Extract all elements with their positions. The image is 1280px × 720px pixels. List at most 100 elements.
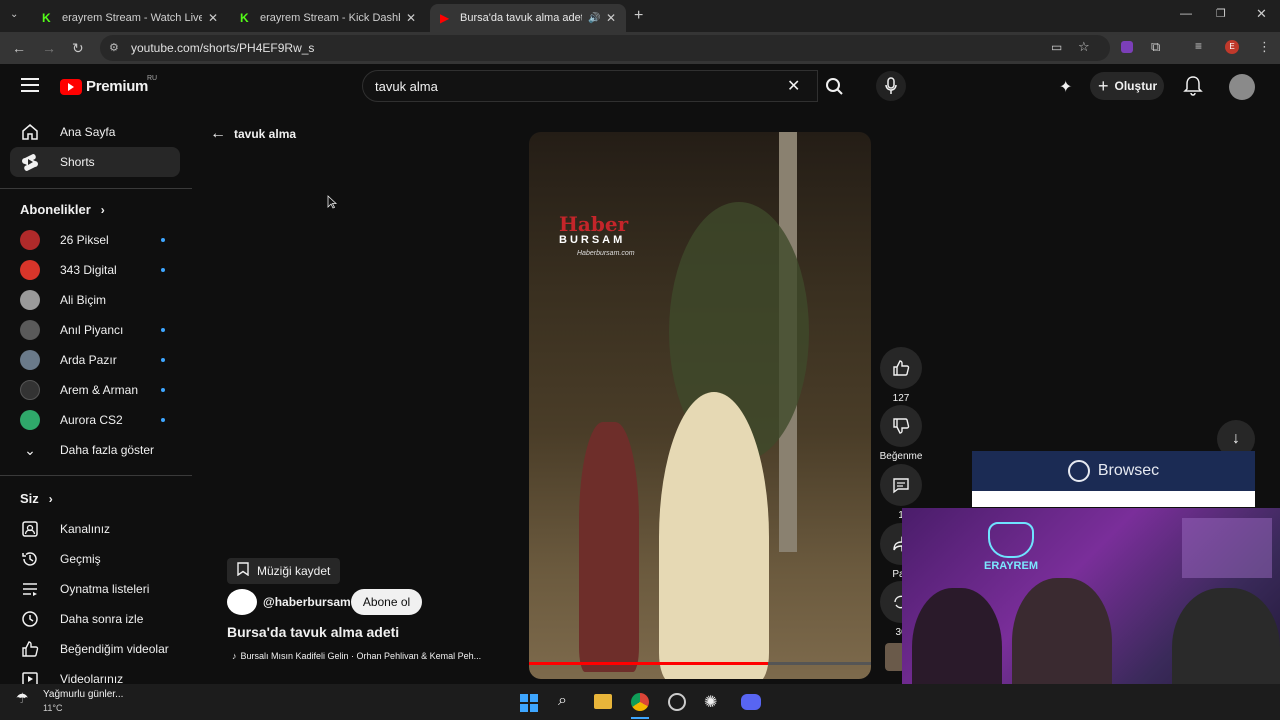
you-header[interactable]: Siz › — [20, 491, 53, 506]
short-video-player[interactable]: Haber BURSAM Haberbursam.com — [529, 132, 871, 679]
back-icon[interactable]: ← — [12, 40, 26, 56]
sidebar-item-sub-anilpiyanci[interactable]: Anıl Piyancı — [10, 315, 180, 345]
forward-icon[interactable]: → — [42, 40, 56, 56]
tab-close-icon[interactable]: ✕ — [208, 11, 218, 25]
chatgpt-icon[interactable]: ✺ — [704, 692, 717, 712]
browser-menu-icon[interactable]: ⋮ — [1258, 39, 1271, 55]
create-button[interactable]: + Oluştur — [1090, 72, 1164, 100]
browsec-popup[interactable]: Browsec — [972, 451, 1255, 507]
voice-search-button[interactable] — [876, 71, 906, 101]
channel-icon — [20, 520, 40, 538]
clear-search-icon[interactable]: ✕ — [787, 76, 800, 96]
tab-title: erayrem Stream - Watch Live o — [62, 12, 202, 24]
subscribe-button[interactable]: Abone ol — [351, 589, 422, 615]
media-control-icon[interactable]: ≡ — [1195, 39, 1202, 53]
you-label: Siz — [20, 491, 39, 506]
tab-youtube-short[interactable]: ▶ Bursa'da tavuk alma adeti - 🔊 ✕ — [430, 4, 626, 32]
site-info-icon[interactable]: ⚙ — [109, 41, 119, 54]
save-music-label: Müziği kaydet — [257, 564, 331, 578]
tab-kick-dashboard[interactable]: K erayrem Stream - Kick Dashboa ✕ — [230, 4, 426, 32]
sidebar-item-playlists[interactable]: Oynatma listeleri — [10, 574, 180, 604]
history-icon — [20, 550, 40, 568]
dislike-button[interactable]: Beğenme — [875, 405, 927, 462]
progress-fill — [529, 662, 769, 665]
person — [579, 422, 639, 672]
save-music-button[interactable]: Müziği kaydet — [227, 558, 341, 584]
chevron-right-icon: › — [100, 202, 105, 217]
weather-text[interactable]: Yağmurlu günler... — [43, 689, 123, 700]
search-input[interactable]: tavuk alma — [375, 79, 438, 94]
subscriptions-header[interactable]: Abonelikler › — [20, 202, 105, 217]
sidebar-item-sub-26piksel[interactable]: 26 Piksel — [10, 225, 180, 255]
profile-avatar[interactable]: E — [1225, 40, 1239, 54]
sidebar-item-sub-aurora-cs2[interactable]: Aurora CS2 — [10, 405, 180, 435]
thumbs-down-icon — [880, 405, 922, 447]
discord-icon[interactable] — [741, 694, 761, 710]
channel-avatar — [20, 260, 40, 280]
sidebar-item-sub-arem-arman[interactable]: Arem & Arman — [10, 375, 180, 405]
tab-search-chevron-icon[interactable]: ⌄ — [10, 9, 18, 20]
sidebar-item-label: Anıl Piyancı — [60, 323, 124, 337]
channel-avatar — [20, 230, 40, 250]
sidebar-item-sub-ardapazir[interactable]: Arda Pazır — [10, 345, 180, 375]
cast-icon[interactable]: ▭ — [1051, 40, 1062, 54]
channel-avatar — [20, 410, 40, 430]
ai-assistant-icon[interactable]: ✦ — [1059, 77, 1072, 97]
back-to-search-link[interactable]: ← tavuk alma — [210, 125, 296, 143]
sidebar-item-sub-343digital[interactable]: 343 Digital — [10, 255, 180, 285]
microphone-icon — [885, 77, 897, 94]
url-text[interactable]: youtube.com/shorts/PH4EF9Rw_s — [131, 41, 314, 55]
notifications-bell-icon[interactable] — [1183, 75, 1203, 102]
new-content-dot — [161, 268, 165, 272]
sidebar-item-label: Arda Pazır — [60, 353, 117, 367]
sidebar-item-history[interactable]: Geçmiş — [10, 544, 180, 574]
playlist-icon — [20, 580, 40, 598]
speaker-icon[interactable]: 🔊 — [588, 13, 600, 24]
active-app-indicator — [631, 717, 649, 719]
close-window-icon[interactable]: ✕ — [1256, 6, 1267, 22]
extension-icon[interactable] — [1121, 41, 1133, 53]
restore-icon[interactable]: ❐ — [1216, 7, 1226, 20]
extensions-puzzle-icon[interactable]: ⧉ — [1151, 39, 1160, 55]
youtube-icon: ▶ — [440, 11, 450, 25]
new-tab-icon[interactable]: + — [634, 7, 643, 25]
account-avatar[interactable] — [1229, 74, 1255, 100]
weather-icon[interactable]: ☂ — [16, 690, 29, 707]
tab-close-icon[interactable]: ✕ — [606, 11, 616, 25]
tab-kick-watch[interactable]: K erayrem Stream - Watch Live o ✕ — [32, 4, 228, 32]
sidebar-item-liked-videos[interactable]: Beğendiğim videolar — [10, 634, 180, 664]
tab-close-icon[interactable]: ✕ — [406, 11, 416, 25]
music-link[interactable]: ♪ Bursalı Mısın Kadifeli Gelin · Orhan P… — [232, 651, 481, 661]
sidebar-item-home[interactable]: Ana Sayfa — [10, 117, 180, 147]
new-content-dot — [161, 418, 165, 422]
channel-name[interactable]: @haberbursam — [263, 595, 351, 609]
channel-avatar[interactable] — [227, 589, 257, 615]
new-content-dot — [161, 388, 165, 392]
sidebar-item-watch-later[interactable]: Daha sonra izle — [10, 604, 180, 634]
plus-icon: + — [1098, 75, 1109, 96]
search-icon[interactable]: ⌕ — [558, 692, 567, 710]
obs-icon[interactable] — [668, 693, 686, 711]
sidebar-item-label: Beğendiğim videolar — [60, 642, 169, 656]
minimize-icon[interactable]: — — [1180, 6, 1192, 20]
search-button[interactable] — [818, 70, 852, 102]
show-more-button[interactable]: ⌄ Daha fazla göster — [10, 435, 180, 465]
progress-track[interactable] — [529, 662, 871, 665]
chrome-icon[interactable] — [631, 693, 649, 711]
shorts-icon — [20, 153, 40, 171]
sidebar-item-your-channel[interactable]: Kanalınız — [10, 514, 180, 544]
sidebar-item-shorts[interactable]: Shorts — [10, 147, 180, 177]
channel-avatar — [20, 380, 40, 400]
file-explorer-icon[interactable] — [594, 694, 612, 709]
like-button[interactable]: 127 — [880, 347, 922, 404]
bookmark-star-icon[interactable]: ☆ — [1078, 39, 1090, 55]
sidebar-item-sub-alibicim[interactable]: Ali Biçim — [10, 285, 180, 315]
globe-icon — [1067, 460, 1090, 482]
windows-start-icon[interactable] — [520, 694, 538, 712]
chevron-right-icon: › — [48, 491, 53, 506]
back-label: tavuk alma — [234, 127, 297, 141]
sidebar-item-label: Ana Sayfa — [60, 125, 116, 139]
reload-icon[interactable]: ↻ — [72, 40, 84, 57]
wedding-dress — [659, 392, 769, 679]
divider — [0, 475, 192, 476]
